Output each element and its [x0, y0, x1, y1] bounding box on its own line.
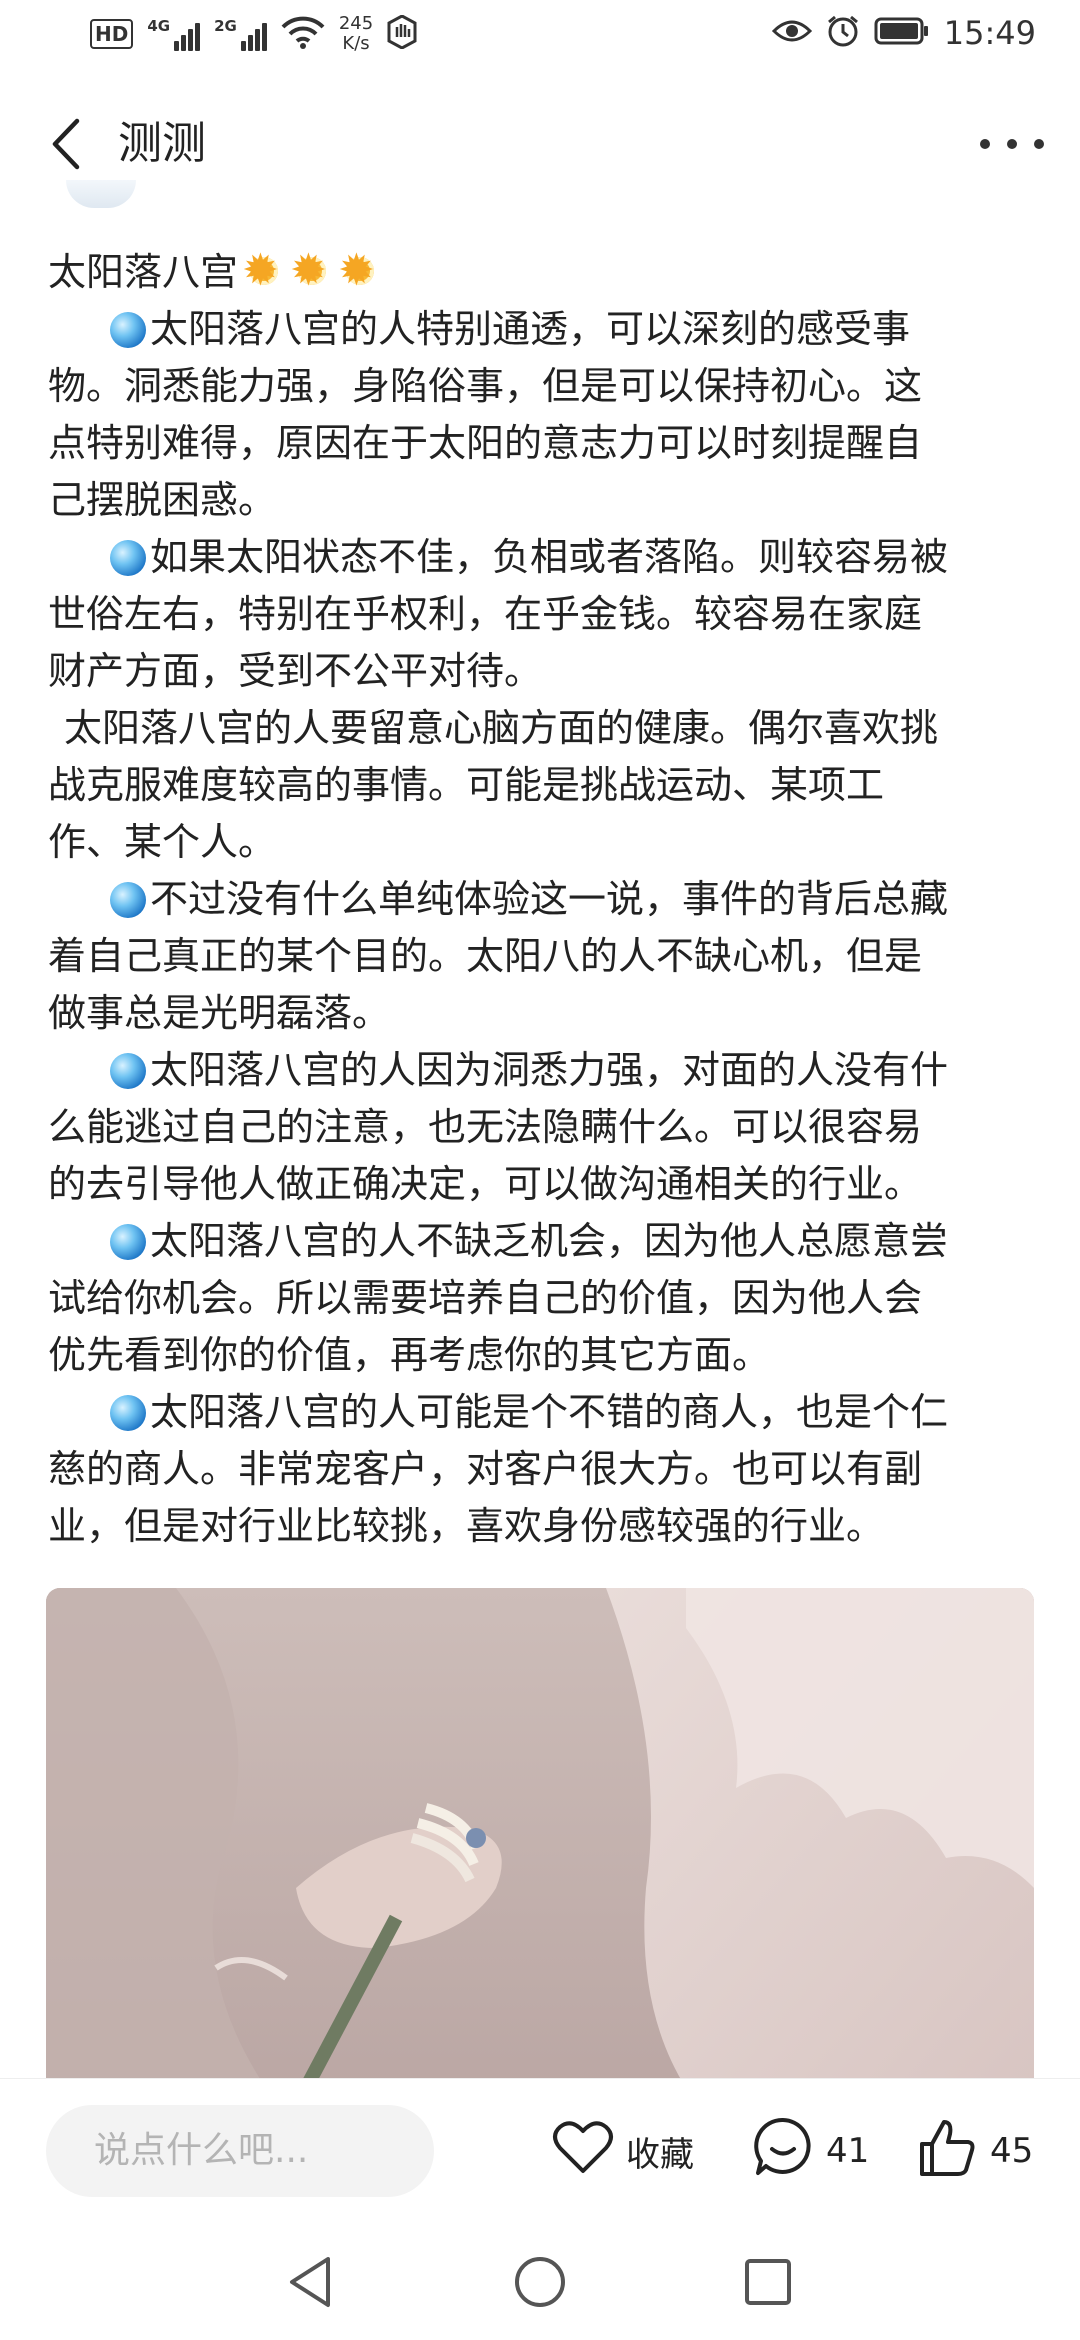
crystal-ball-icon	[110, 540, 146, 576]
article-line: 优先看到你的价值，再考虑你的其它方面。	[48, 1333, 771, 1377]
thumbs-up-icon	[916, 2116, 978, 2187]
article-line: 么能逃过自己的注意，也无法隐瞒什么。可以很容易	[48, 1105, 923, 1149]
battery-icon	[874, 16, 930, 50]
article-line: 太阳落八宫的人不缺乏机会，因为他人总愿意尝	[48, 1213, 1040, 1270]
crystal-ball-icon	[110, 1053, 146, 1089]
article-line: 太阳落八宫的人因为洞悉力强，对面的人没有什	[48, 1042, 1040, 1099]
crystal-ball-icon	[110, 882, 146, 918]
sun-icon	[338, 243, 382, 299]
triangle-back-icon	[286, 2255, 334, 2313]
article-title: 太阳落八宫	[48, 243, 1040, 301]
article-line: 慈的商人。非常宠客户，对客户很大方。也可以有副	[48, 1447, 923, 1491]
page-title: 测测	[118, 118, 206, 169]
article-line: 作、某个人。	[48, 820, 277, 864]
favorite-button[interactable]: 收藏	[552, 2109, 694, 2193]
status-bar: HD 4G 2G 245 K/s 15:49	[0, 0, 1080, 84]
article-line: 点特别难得，原因在于太阳的意志力可以时刻提醒自	[48, 421, 923, 465]
article-paragraphs: 太阳落八宫的人特别通透，可以深刻的感受事物。洞悉能力强，身陷俗事，但是可以保持初…	[48, 301, 1040, 1555]
heart-icon	[552, 2119, 614, 2184]
article-line: 太阳落八宫的人要留意心脑方面的健康。偶尔喜欢挑	[64, 706, 939, 750]
article-line: 太阳落八宫的人可能是个不错的商人，也是个仁	[48, 1384, 1040, 1441]
favorite-label: 收藏	[626, 2134, 694, 2175]
clock: 15:49	[943, 14, 1036, 52]
crystal-ball-icon	[110, 1395, 146, 1431]
crystal-ball-icon	[110, 1224, 146, 1260]
article-line: 物。洞悉能力强，身陷俗事，但是可以保持初心。这	[48, 364, 923, 408]
article-line: 财产方面，受到不公平对待。	[48, 649, 543, 693]
comment-icon	[752, 2116, 814, 2187]
comment-input[interactable]: 说点什么吧...	[46, 2105, 434, 2197]
sun-icon	[290, 243, 334, 299]
article-line: 己摆脱困惑。	[48, 478, 277, 522]
hd-icon: HD	[90, 19, 134, 49]
like-count: 45	[990, 2131, 1034, 2171]
comment-button[interactable]: 41	[752, 2109, 869, 2193]
bottom-action-bar: 说点什么吧... 收藏 41 45	[0, 2078, 1080, 2228]
circle-home-icon	[513, 2255, 567, 2313]
alarm-icon	[826, 14, 860, 52]
top-app-bar: 测测	[0, 84, 1080, 204]
article-line: 如果太阳状态不佳，负相或者落陷。则较容易被	[48, 529, 1040, 586]
article-line: 不过没有什么单纯体验这一说，事件的背后总藏	[48, 871, 1040, 928]
article-line: 的去引导他人做正确决定，可以做沟通相关的行业。	[48, 1162, 923, 1206]
network-speed: 245 K/s	[338, 13, 374, 54]
post-image-art	[46, 1588, 1034, 2088]
signal-icon: 2G	[214, 17, 267, 51]
sun-icon	[242, 243, 286, 299]
article-line: 世俗左右，特别在乎权利，在乎金钱。较容易在家庭	[48, 592, 923, 636]
article-line: 做事总是光明磊落。	[48, 991, 391, 1035]
nav-back-button[interactable]	[276, 2250, 344, 2318]
wifi-icon	[281, 15, 325, 53]
signal-icon: 4G	[147, 17, 201, 51]
chevron-left-icon	[51, 118, 81, 174]
hand-icon	[387, 14, 417, 53]
system-nav-bar	[0, 2228, 1080, 2340]
article-line: 战克服难度较高的事情。可能是挑战运动、某项工	[48, 763, 885, 807]
article-line: 太阳落八宫的人特别通透，可以深刻的感受事	[48, 301, 1040, 358]
crystal-ball-icon	[110, 312, 146, 348]
more-dots-icon	[980, 139, 990, 149]
more-button[interactable]	[980, 120, 1044, 168]
like-button[interactable]: 45	[916, 2109, 1033, 2193]
nav-recents-button[interactable]	[734, 2250, 802, 2318]
square-recents-icon	[743, 2257, 793, 2311]
status-right: 15:49	[771, 14, 1036, 52]
article-line: 着自己真正的某个目的。太阳八的人不缺心机，但是	[48, 934, 923, 978]
post-image[interactable]	[46, 1588, 1034, 2088]
article-line: 业，但是对行业比较挑，喜欢身份感较强的行业。	[48, 1504, 885, 1548]
article-body: 太阳落八宫 太阳落八宫的人特别通透，可以深刻的感受事物。洞悉能力强，身陷俗事，但…	[48, 243, 1040, 1555]
comment-count: 41	[826, 2131, 870, 2171]
eye-icon	[771, 16, 812, 50]
nav-home-button[interactable]	[506, 2250, 574, 2318]
article-line: 试给你机会。所以需要培养自己的价值，因为他人会	[48, 1276, 923, 1320]
status-left: HD 4G 2G 245 K/s	[90, 14, 417, 54]
back-button[interactable]	[44, 116, 88, 176]
